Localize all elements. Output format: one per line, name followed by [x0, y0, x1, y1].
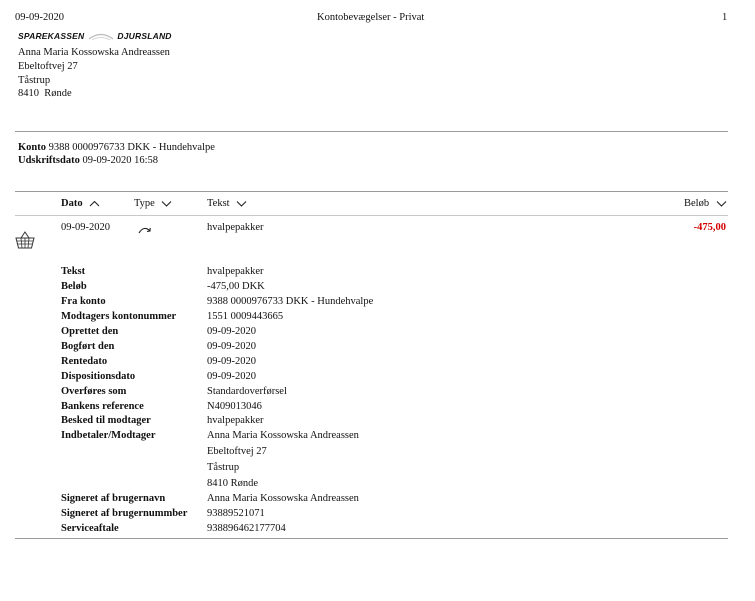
signature-label: Serviceaftale	[61, 523, 119, 534]
detail-label: Bogført den	[61, 341, 115, 352]
tekst-header-label: Tekst	[207, 198, 230, 209]
detail-value: 09-09-2020	[207, 356, 256, 367]
chevron-up-icon	[89, 200, 100, 207]
signature-label: Signeret af brugernavn	[61, 493, 166, 504]
detail-value: 09-09-2020	[207, 326, 256, 337]
bank-logo: SPAREKASSEN DJURSLAND	[18, 31, 172, 42]
type-header-label: Type	[134, 198, 155, 209]
address-name: Anna Maria Kossowska Andreassen	[18, 47, 170, 58]
payer-area: Tåstrup	[207, 462, 240, 473]
signature-label: Signeret af brugernummber	[61, 508, 188, 519]
detail-value: Anna Maria Kossowska Andreassen	[207, 430, 359, 441]
udskrift-label: Udskriftsdato	[18, 155, 80, 166]
divider-table-top	[15, 191, 728, 192]
row-belob: -475,00	[693, 222, 726, 233]
chevron-down-icon	[716, 201, 727, 207]
bank-name-right: DJURSLAND	[117, 31, 172, 41]
account-line: Konto 9388 0000976733 DKK - Hundehvalpe	[18, 142, 215, 153]
address-city: Rønde	[44, 88, 72, 99]
konto-label: Konto	[18, 142, 47, 153]
column-header-type[interactable]: Type	[134, 198, 172, 209]
detail-value: 09-09-2020	[207, 341, 256, 352]
row-dato: 09-09-2020	[61, 222, 110, 233]
detail-label: Besked til modtager	[61, 415, 151, 426]
detail-value: Standardoverførsel	[207, 386, 287, 397]
detail-value: -475,00 DKK	[207, 281, 265, 292]
detail-value: N409013046	[207, 401, 262, 412]
payer-street: Ebeltoftvej 27	[207, 446, 267, 457]
detail-value: 9388 0000976733 DKK - Hundehvalpe	[207, 296, 374, 307]
logo-swoosh-icon	[88, 33, 114, 41]
detail-label: Overføres som	[61, 386, 127, 397]
detail-label: Rentedato	[61, 356, 108, 367]
detail-label: Bankens reference	[61, 401, 144, 412]
detail-value: 1551 0009443665	[207, 311, 284, 322]
detail-value: 09-09-2020	[207, 371, 256, 382]
signature-value: 938896462177704	[207, 523, 286, 534]
signature-value: 93889521071	[207, 508, 265, 519]
row-tekst: hvalpepakker	[207, 222, 264, 233]
signature-value: Anna Maria Kossowska Andreassen	[207, 493, 359, 504]
print-date: 09-09-2020	[15, 12, 64, 23]
page-title: Kontobevægelser - Privat	[317, 12, 425, 23]
detail-label: Indbetaler/Modtager	[61, 430, 156, 441]
detail-label: Dispositionsdato	[61, 371, 136, 382]
bank-name-left: SPAREKASSEN	[18, 31, 85, 41]
column-header-tekst[interactable]: Tekst	[207, 198, 247, 209]
page-number: 1	[722, 12, 728, 23]
column-header-dato[interactable]: Dato	[61, 198, 100, 209]
payer-postal: 8410 Rønde	[207, 478, 259, 489]
basket-icon	[15, 231, 35, 249]
column-header-belob[interactable]: Beløb	[684, 198, 727, 209]
konto-value: 9388 0000976733 DKK - Hundehvalpe	[48, 142, 215, 153]
address-postal: 8410 Rønde	[18, 88, 72, 99]
chevron-down-icon	[236, 201, 247, 207]
belob-header-label: Beløb	[684, 198, 710, 209]
curved-arrow-icon	[138, 227, 151, 234]
detail-label: Oprettet den	[61, 326, 119, 337]
detail-value: hvalpepakker	[207, 266, 264, 277]
divider-bottom	[15, 538, 728, 539]
detail-label: Modtagers kontonummer	[61, 311, 177, 322]
detail-label: Fra konto	[61, 296, 106, 307]
chevron-down-icon	[162, 201, 172, 207]
divider-top	[15, 131, 728, 132]
print-date-line: Udskriftsdato 09-09-2020 16:58	[18, 155, 158, 166]
dato-header-label: Dato	[61, 198, 83, 209]
address-postcode: 8410	[18, 88, 39, 99]
detail-label: Tekst	[61, 266, 86, 277]
detail-label: Beløb	[61, 281, 87, 292]
address-area: Tåstrup	[18, 75, 51, 86]
address-street: Ebeltoftvej 27	[18, 61, 78, 72]
divider-header	[15, 215, 728, 216]
udskrift-value: 09-09-2020 16:58	[82, 155, 159, 166]
detail-value: hvalpepakker	[207, 415, 264, 426]
